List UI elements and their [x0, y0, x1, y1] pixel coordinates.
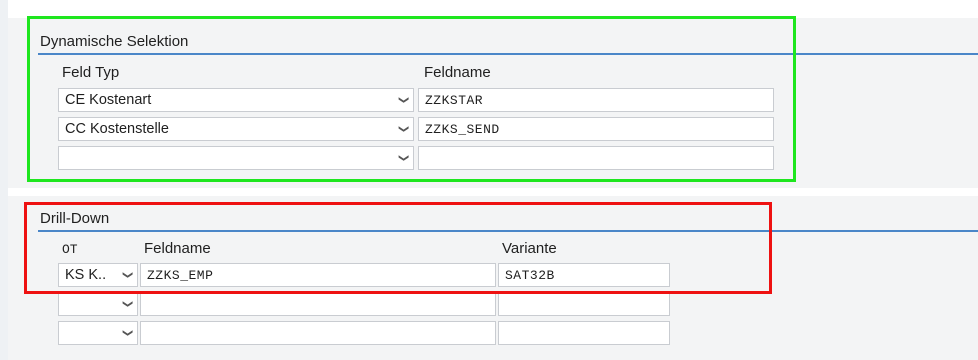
- ot-select-1[interactable]: KS K.. ❯: [58, 263, 138, 287]
- chevron-down-icon[interactable]: ❯: [116, 296, 138, 312]
- chevron-down-icon[interactable]: ❯: [392, 92, 414, 108]
- ot-select-3[interactable]: ❯: [58, 321, 138, 345]
- dynamic-selection-divider: [38, 53, 978, 55]
- field-name-value: ZZKSTAR: [425, 93, 484, 108]
- variant-input-3[interactable]: [498, 321, 670, 345]
- dd-field-name-input-1[interactable]: ZZKS_EMP: [140, 263, 496, 287]
- col-header-variant: Variante: [502, 240, 557, 257]
- chevron-down-icon[interactable]: ❯: [392, 150, 414, 166]
- variant-input-2[interactable]: [498, 292, 670, 316]
- chevron-down-icon[interactable]: ❯: [116, 267, 138, 283]
- variant-input-1[interactable]: SAT32B: [498, 263, 670, 287]
- field-name-input-1[interactable]: ZZKSTAR: [418, 88, 774, 112]
- col-header-ot: OT: [62, 242, 78, 257]
- dd-field-name-value: ZZKS_EMP: [147, 268, 214, 283]
- drill-down-divider: [38, 230, 978, 232]
- ot-select-2[interactable]: ❯: [58, 292, 138, 316]
- field-name-input-2[interactable]: ZZKS_SEND: [418, 117, 774, 141]
- field-type-select-1[interactable]: CE Kostenart ❯: [58, 88, 414, 112]
- field-type-select-2[interactable]: CC Kostenstelle ❯: [58, 117, 414, 141]
- left-strip: [0, 0, 8, 360]
- dd-field-name-input-3[interactable]: [140, 321, 496, 345]
- col-header-field-name: Feldname: [424, 64, 491, 81]
- chevron-down-icon[interactable]: ❯: [392, 121, 414, 137]
- chevron-down-icon[interactable]: ❯: [116, 325, 138, 341]
- dd-field-name-input-2[interactable]: [140, 292, 496, 316]
- col-header-field-type: Feld Typ: [62, 64, 120, 81]
- field-type-select-3[interactable]: ❯: [58, 146, 414, 170]
- field-type-value: CE Kostenart: [65, 92, 152, 108]
- ot-value: KS K..: [65, 267, 107, 283]
- field-type-value: CC Kostenstelle: [65, 121, 169, 137]
- col-header-field-name: Feldname: [144, 240, 211, 257]
- field-name-value: ZZKS_SEND: [425, 122, 500, 137]
- field-name-input-3[interactable]: [418, 146, 774, 170]
- variant-value: SAT32B: [505, 268, 555, 283]
- drill-down-title: Drill-Down: [40, 210, 110, 227]
- dynamic-selection-title: Dynamische Selektion: [40, 33, 189, 50]
